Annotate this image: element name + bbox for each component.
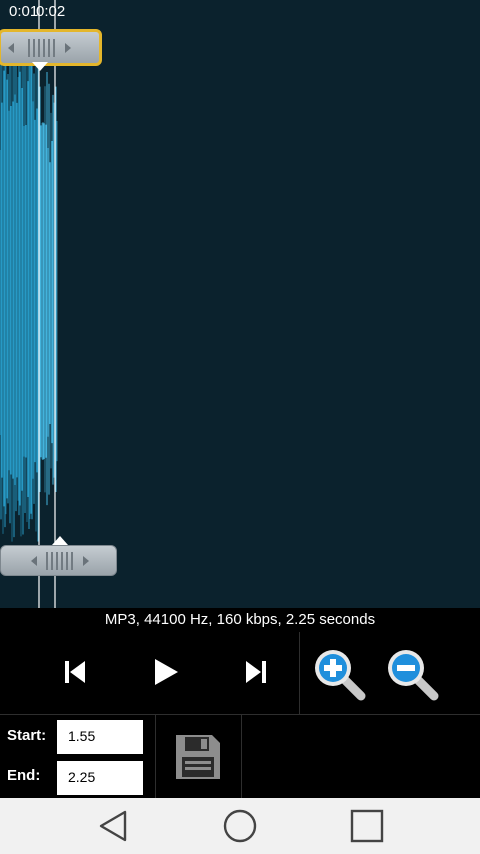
navigation-bar (0, 798, 480, 854)
end-time-field[interactable]: 2.25 (57, 761, 143, 795)
start-marker-handle[interactable] (0, 29, 102, 66)
back-icon[interactable] (97, 809, 131, 843)
grip-icon (28, 38, 55, 57)
chevron-left-icon (8, 42, 14, 53)
playback-controls (0, 632, 480, 714)
chevron-left-icon (31, 555, 37, 566)
zoom-out-icon[interactable] (384, 646, 440, 702)
start-marker-pointer (32, 62, 48, 71)
divider (241, 714, 242, 798)
chevron-right-icon (83, 555, 89, 566)
recents-icon[interactable] (350, 809, 384, 843)
selection-panel: Start: 1.55 End: 2.25 (0, 714, 480, 798)
skip-previous-icon[interactable] (64, 659, 86, 685)
chevron-right-icon (65, 42, 71, 53)
start-time-field[interactable]: 1.55 (57, 720, 143, 754)
floppy-disk-icon[interactable] (174, 733, 222, 781)
timecode-label: 0:02 (36, 3, 66, 20)
play-icon[interactable] (153, 658, 179, 686)
start-label: Start: (7, 727, 47, 744)
grip-icon (46, 551, 73, 570)
skip-next-icon[interactable] (245, 659, 267, 685)
zoom-in-icon[interactable] (311, 646, 367, 702)
divider (299, 632, 300, 714)
home-icon[interactable] (222, 809, 258, 845)
divider (155, 714, 156, 798)
end-label: End: (7, 767, 41, 784)
waveform (0, 0, 58, 608)
waveform-editor[interactable]: 0:01 0:02 (0, 0, 480, 608)
end-marker-handle[interactable] (0, 545, 117, 576)
end-marker-pointer (52, 536, 68, 545)
file-info: MP3, 44100 Hz, 160 kbps, 2.25 seconds (104, 611, 376, 628)
timecode-label: 0:01 (9, 3, 39, 20)
